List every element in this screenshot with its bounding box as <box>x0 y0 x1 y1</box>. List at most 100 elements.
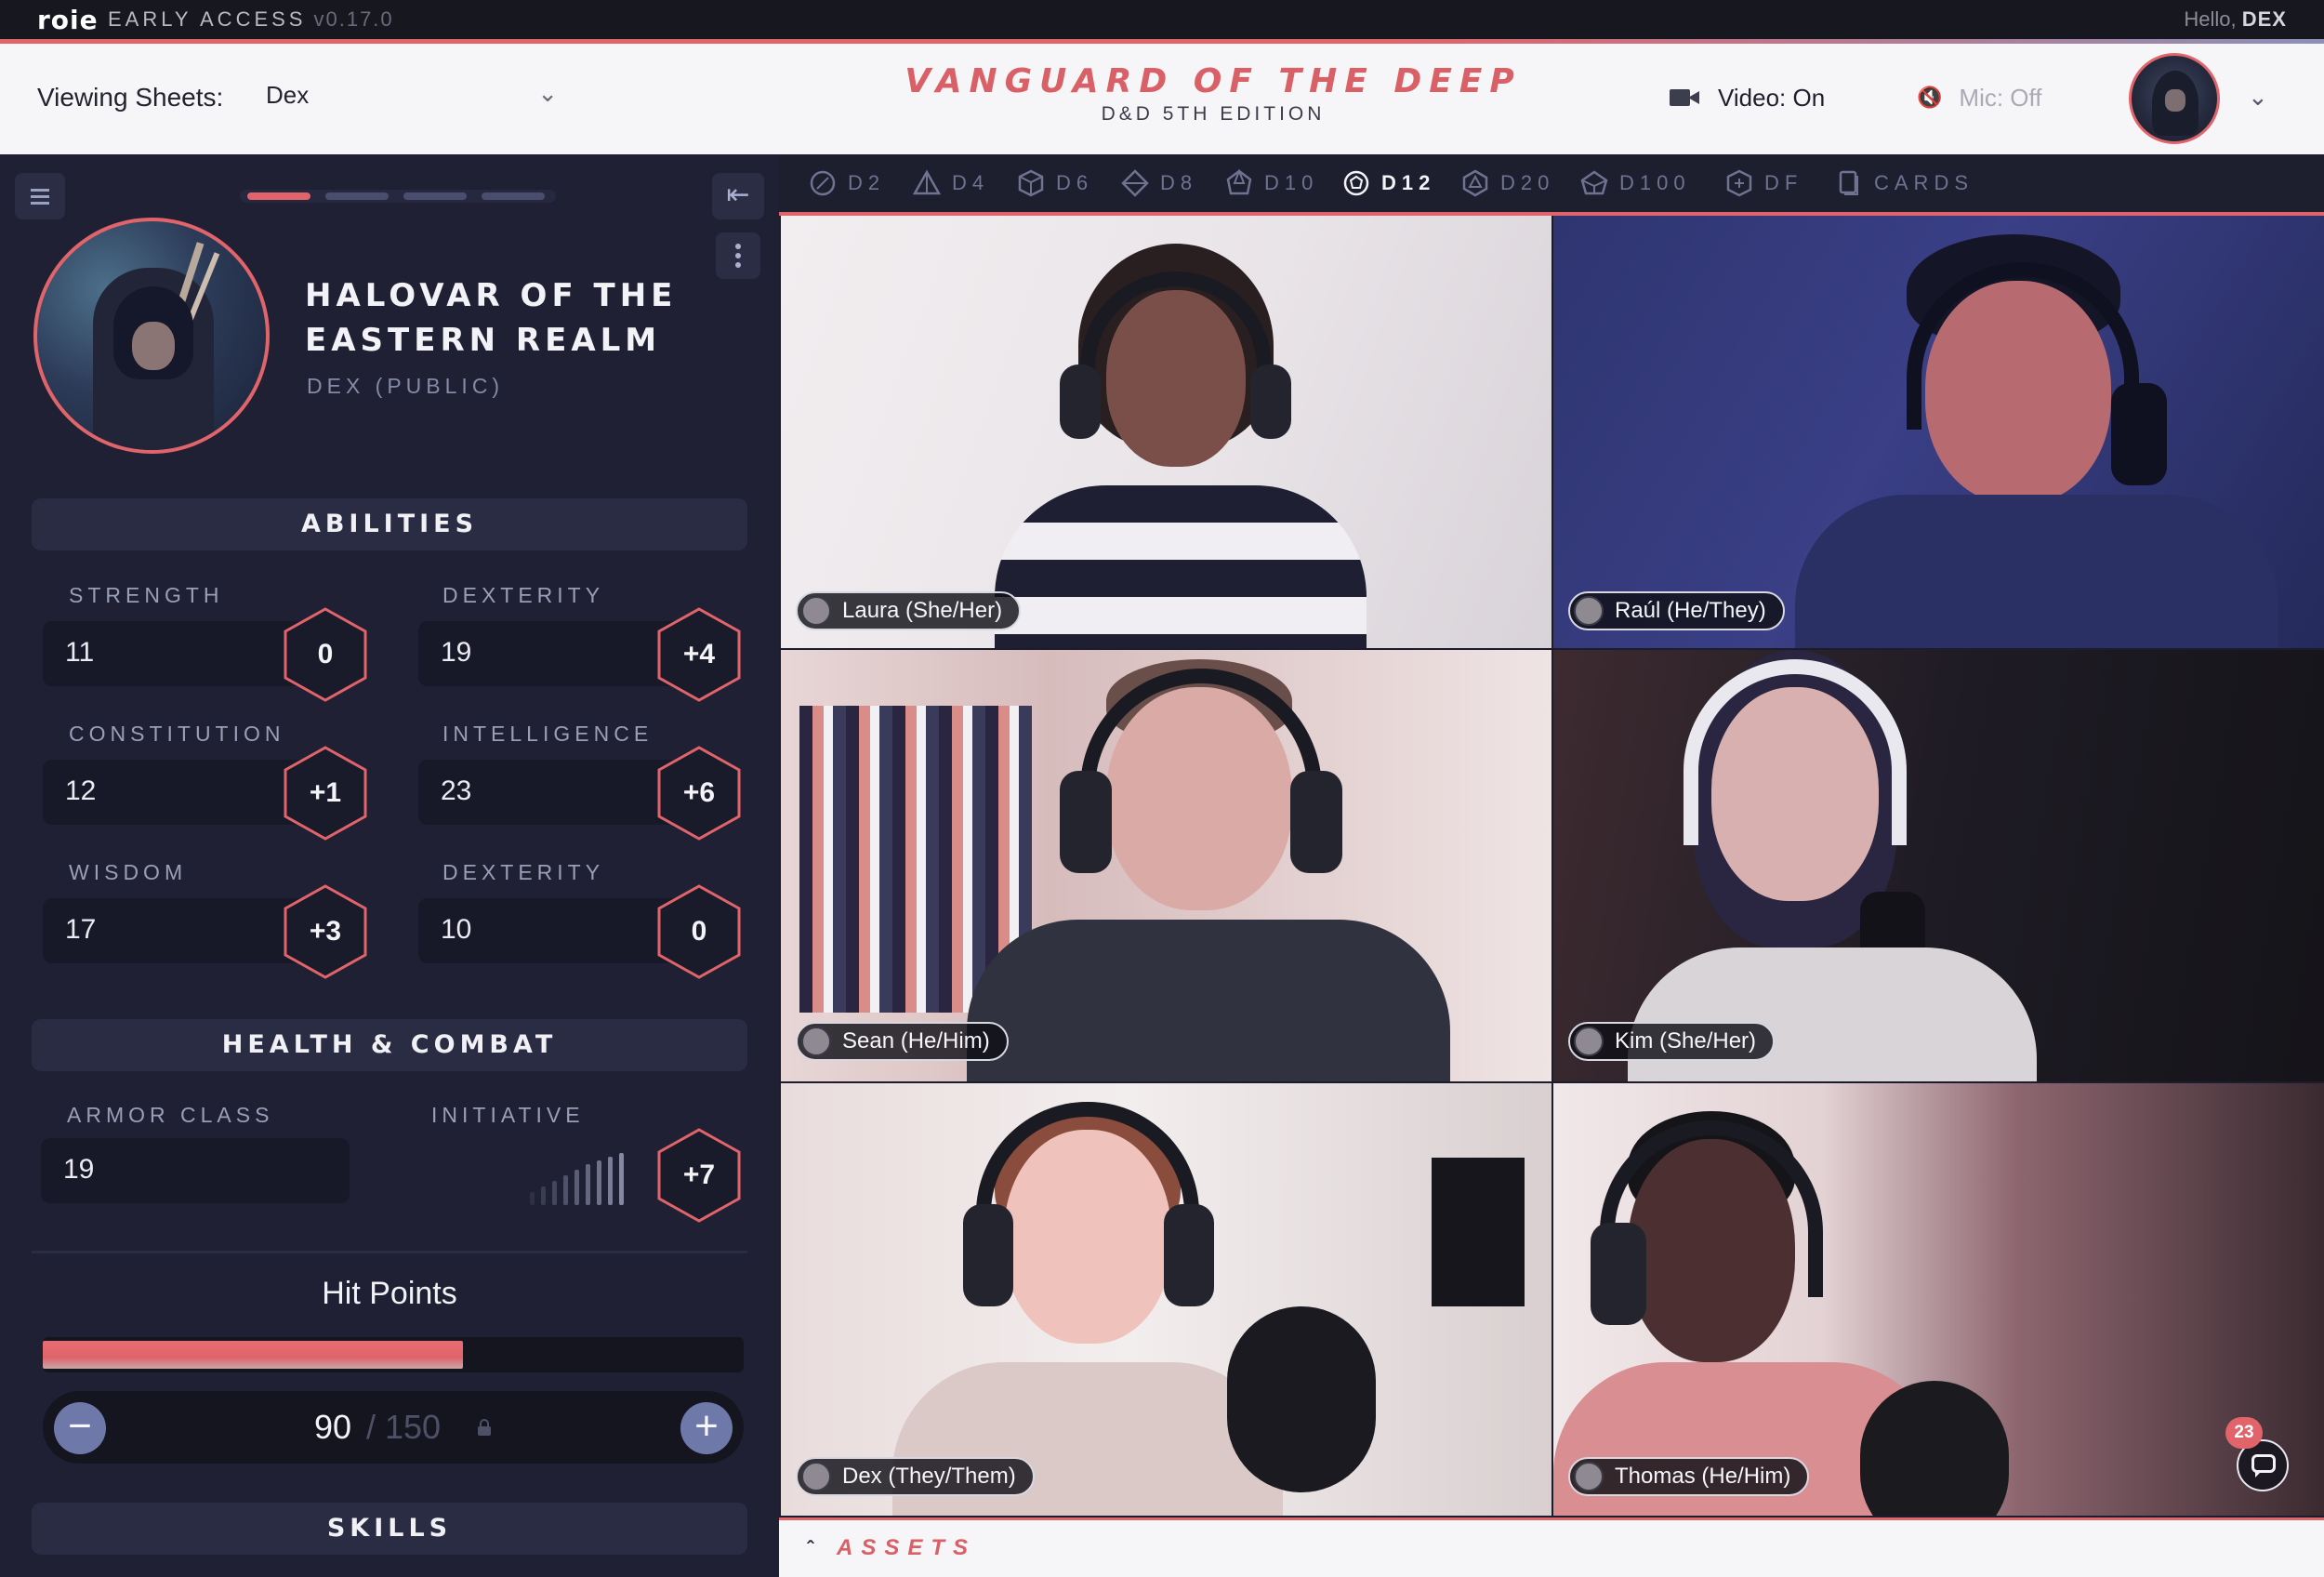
hit-points-max: / 150 <box>366 1408 442 1446</box>
ability-score-field[interactable]: 23 <box>418 760 697 825</box>
hit-points-title: Hit Points <box>322 1276 457 1311</box>
ability-score: 12 <box>65 775 97 806</box>
character-owner: DEX (PUBLIC) <box>307 374 505 398</box>
armor-class-field[interactable]: 19 <box>41 1138 350 1203</box>
die-d20[interactable]: D20 <box>1461 167 1554 199</box>
greeting-text: Hello, <box>2184 7 2237 31</box>
ability-modifier-hex[interactable]: +6 <box>656 745 742 842</box>
ability-modifier: +1 <box>309 777 342 808</box>
die-d10[interactable]: D10 <box>1225 167 1318 199</box>
mic-toggle[interactable]: 🔇 Mic: Off <box>1917 81 2042 114</box>
video-tile[interactable]: Raúl (He/They) <box>1553 216 2324 648</box>
die-d100[interactable]: D100 <box>1580 167 1691 199</box>
viewing-sheets-select[interactable]: Dex ⌄ <box>266 77 563 114</box>
ability-label: STRENGTH <box>69 583 224 607</box>
video-status: Video: On <box>1718 83 1826 112</box>
ability-modifier-hex[interactable]: +4 <box>656 606 742 703</box>
video-tile[interactable]: Dex (They/Them) <box>781 1083 1552 1516</box>
assets-drawer[interactable]: ˆ ASSETS <box>779 1517 2324 1577</box>
die-d4[interactable]: D4 <box>913 167 989 199</box>
d10-icon <box>1226 169 1252 195</box>
participant-avatar <box>1574 596 1604 626</box>
greeting-user: DEX <box>2241 7 2287 31</box>
die-label: D4 <box>952 171 990 194</box>
participant-tag: Thomas (He/Him) <box>1568 1457 1810 1496</box>
page-dot[interactable] <box>403 192 467 200</box>
participant-tag: Raúl (He/They) <box>1568 591 1785 630</box>
participant-video <box>1553 650 2324 1081</box>
participant-tag: Laura (She/Her) <box>796 591 1022 630</box>
chat-unread-badge: 23 <box>2225 1417 2263 1449</box>
ability-modifier: 0 <box>317 639 334 669</box>
die-label: CARDS <box>1874 171 1974 194</box>
ability-label: CONSTITUTION <box>69 722 285 746</box>
dice-toolbar: D2 D4 D6 D8 D10 D12 D20 D100 DF CARDS <box>779 154 2324 212</box>
page-dot[interactable] <box>325 192 389 200</box>
participant-video <box>781 216 1552 648</box>
character-portrait[interactable] <box>33 218 270 454</box>
health-combat-heading[interactable]: HEALTH & COMBAT <box>32 1019 747 1071</box>
page-dot[interactable] <box>482 192 545 200</box>
ability-modifier-hex[interactable]: 0 <box>283 606 368 703</box>
ability-score-field[interactable]: 19 <box>418 621 697 686</box>
double-chevron-up-icon: ˆ <box>807 1537 814 1560</box>
die-label: D20 <box>1500 171 1555 194</box>
initiative-label: INITIATIVE <box>431 1103 585 1127</box>
chevron-down-icon: ⌄ <box>537 79 558 107</box>
hit-points-bar <box>43 1337 744 1372</box>
ability-score-field[interactable]: 10 <box>418 898 697 963</box>
participant-name: Laura (She/Her) <box>842 598 1003 623</box>
video-tile[interactable]: Kim (She/Her) <box>1553 650 2324 1081</box>
video-toggle[interactable]: Video: On <box>1670 81 1825 114</box>
collapse-panel-icon[interactable]: ⇤ <box>712 173 764 219</box>
character-sheet-panel: ⇤ HALOVAR OF THE EASTERN REALM DEX (PUBL… <box>0 154 779 1577</box>
die-d2[interactable]: D2 <box>809 167 885 199</box>
ability-modifier: +4 <box>682 639 716 669</box>
hit-points-current[interactable]: 90 <box>314 1408 351 1447</box>
ability-modifier-hex[interactable]: +3 <box>283 883 368 980</box>
ability-score-field[interactable]: 17 <box>43 898 322 963</box>
die-d8[interactable]: D8 <box>1121 167 1197 199</box>
mic-muted-icon: 🔇 <box>1917 86 1943 109</box>
increase-hp-button[interactable]: + <box>680 1402 733 1454</box>
die-df[interactable]: DF <box>1725 167 1802 199</box>
ability-score: 17 <box>65 914 97 945</box>
ability-modifier-hex[interactable]: +1 <box>283 745 368 842</box>
video-tile[interactable]: Sean (He/Him) <box>781 650 1552 1081</box>
cards-button[interactable]: CARDS <box>1835 167 1974 199</box>
skills-heading[interactable]: SKILLS <box>32 1503 747 1555</box>
hit-points-stepper: − 90 / 150 + <box>43 1391 744 1464</box>
character-name-line1: HALOVAR OF THE <box>305 277 678 314</box>
assets-label: ASSETS <box>837 1535 977 1560</box>
participant-tag: Kim (She/Her) <box>1568 1022 1776 1061</box>
early-access-text: EARLY ACCESS <box>108 7 307 31</box>
participant-avatar <box>801 1462 831 1491</box>
account-menu-chevron-icon[interactable]: ⌄ <box>2248 83 2268 112</box>
page-dot[interactable] <box>247 192 310 200</box>
participant-name: Dex (They/Them) <box>842 1464 1016 1489</box>
video-tile[interactable]: Thomas (He/Him) <box>1553 1083 2324 1516</box>
ability-score: 19 <box>441 637 472 668</box>
chat-bubble-icon <box>2251 1454 2276 1473</box>
menu-list-icon[interactable] <box>15 173 65 219</box>
die-d12[interactable]: D12 <box>1342 167 1435 199</box>
abilities-heading[interactable]: ABILITIES <box>32 498 747 550</box>
participant-video <box>1553 216 2324 648</box>
d100-icon <box>1580 170 1608 195</box>
ability-modifier-hex[interactable]: 0 <box>656 883 742 980</box>
user-avatar[interactable] <box>2129 53 2220 144</box>
ability-score-field[interactable]: 12 <box>43 760 322 825</box>
participant-tag: Dex (They/Them) <box>796 1457 1035 1496</box>
lock-icon[interactable] <box>478 1419 491 1436</box>
decrease-hp-button[interactable]: − <box>54 1402 106 1454</box>
participant-avatar <box>801 596 831 626</box>
more-options-icon[interactable] <box>716 232 760 279</box>
section-divider <box>32 1251 747 1253</box>
initiative-hex[interactable]: +7 <box>656 1127 742 1224</box>
video-tile[interactable]: Laura (She/Her) <box>781 216 1552 648</box>
ability-score-field[interactable]: 11 <box>43 621 322 686</box>
version-label: v0.17.0 <box>313 7 394 31</box>
die-d6[interactable]: D6 <box>1017 167 1093 199</box>
participant-name: Raúl (He/They) <box>1615 598 1766 623</box>
participant-name: Thomas (He/Him) <box>1615 1464 1791 1489</box>
